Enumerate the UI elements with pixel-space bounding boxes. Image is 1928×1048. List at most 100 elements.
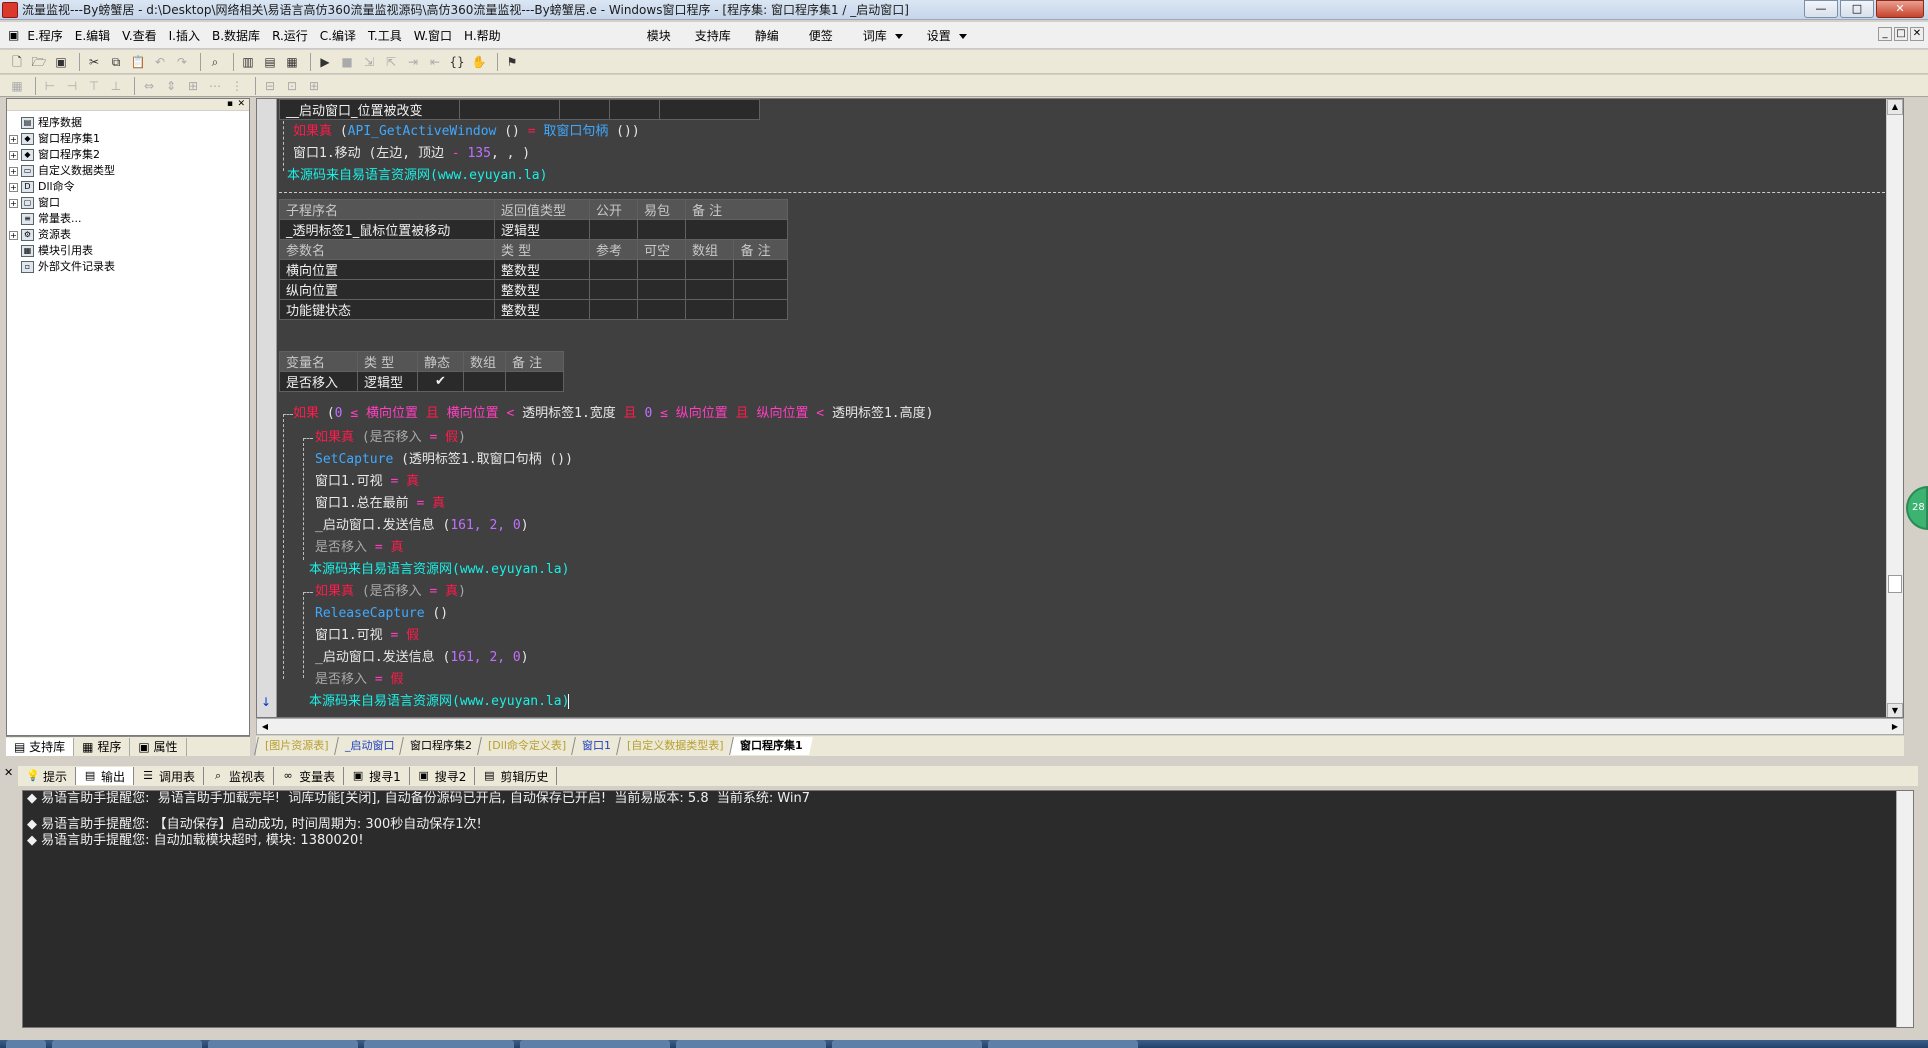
tab-start-window[interactable]: _启动窗口 <box>333 737 405 755</box>
menu-support-lib[interactable]: 支持库 <box>689 27 737 44</box>
menu-tools[interactable]: T.工具 <box>362 27 408 44</box>
table-cell[interactable]: 纵向位置 <box>279 279 495 300</box>
menu-static-compile[interactable]: 静编 <box>749 27 785 44</box>
taskbar-item[interactable] <box>676 1040 826 1048</box>
layout-top-icon[interactable]: ▤ <box>261 53 279 71</box>
menu-program[interactable]: E.程序 <box>21 27 68 44</box>
space-horizontal-icon[interactable]: ⋯ <box>206 77 224 95</box>
breakpoint-icon[interactable]: {} <box>448 53 466 71</box>
table-cell[interactable] <box>685 219 788 240</box>
tab-properties[interactable]: ▣ 属性 <box>130 737 187 756</box>
table-cell[interactable] <box>589 259 638 280</box>
layout-bottom-icon[interactable]: ▦ <box>283 53 301 71</box>
copy-icon[interactable]: ⧉ <box>107 53 125 71</box>
helper-icon[interactable]: ⚑ <box>503 53 521 71</box>
tab-program[interactable]: ▦ 程序 <box>74 737 131 756</box>
save-icon[interactable]: ▣ <box>52 53 70 71</box>
scroll-left-icon[interactable]: ◀ <box>257 719 273 734</box>
table-row[interactable]: 是否移入 逻辑型 ✔ <box>279 371 564 392</box>
tree-item-module-refs[interactable]: ▦ 模块引用表 <box>9 243 247 259</box>
paste-icon[interactable]: 📋 <box>129 53 147 71</box>
expand-icon[interactable]: + <box>9 166 18 176</box>
vertical-scrollbar[interactable]: ▲ ▼ <box>1886 99 1903 717</box>
menu-view[interactable]: V.查看 <box>116 27 162 44</box>
align-bottom-icon[interactable]: ⊥ <box>107 77 125 95</box>
run-icon[interactable]: ▶ <box>316 53 334 71</box>
center-horizontal-icon[interactable]: ⊟ <box>261 77 279 95</box>
tab-window1[interactable]: 窗口1 <box>571 737 622 755</box>
center-vertical-icon[interactable]: ⊡ <box>283 77 301 95</box>
cut-icon[interactable]: ✂ <box>85 53 103 71</box>
table-cell[interactable] <box>733 259 788 280</box>
tab-custom-types[interactable]: [自定义数据类型表] <box>616 737 734 755</box>
menu-module[interactable]: 模块 <box>641 27 677 44</box>
stop-icon[interactable]: ■ <box>338 53 356 71</box>
code-line-if[interactable]: 如果 (0 ≤ 横向位置 且 横向位置 < 透明标签1.宽度 且 0 ≤ 纵向位… <box>293 404 933 424</box>
layout-left-icon[interactable]: ▥ <box>239 53 257 71</box>
tab-search2[interactable]: ▣ 搜寻2 <box>410 767 476 785</box>
table-cell[interactable]: 是否移入 <box>279 371 358 392</box>
mdi-close-button[interactable]: ✕ <box>1910 27 1924 41</box>
table-cell[interactable] <box>589 219 638 240</box>
taskbar-item[interactable] <box>988 1040 1138 1048</box>
code-line[interactable]: 窗口1.移动 (左边, 顶边 - 135, , ) <box>293 144 530 164</box>
code-line[interactable]: 如果真 (API_GetActiveWindow () = 取窗口句柄 ()) <box>293 122 640 142</box>
code-line[interactable]: 窗口1.总在最前 = 真 <box>315 494 445 514</box>
taskbar-item[interactable] <box>364 1040 514 1048</box>
side-badge[interactable]: 28 <box>1906 486 1928 530</box>
taskbar-item[interactable] <box>520 1040 670 1048</box>
table-cell[interactable] <box>733 299 788 320</box>
run-to-cursor-icon[interactable]: ⇤ <box>426 53 444 71</box>
space-vertical-icon[interactable]: ⋮ <box>228 77 246 95</box>
check-icon[interactable]: ✔ <box>417 371 464 392</box>
comment-line[interactable]: 本源码来自易语言资源网(www.eyuyan.la) <box>287 166 547 186</box>
expand-icon[interactable]: + <box>9 150 18 160</box>
event-name[interactable]: __启动窗口_位置被改变 <box>279 99 460 120</box>
table-cell[interactable]: 逻辑型 <box>494 219 590 240</box>
table-cell[interactable]: 横向位置 <box>279 259 495 280</box>
menu-database[interactable]: B.数据库 <box>206 27 266 44</box>
same-height-icon[interactable]: ⇕ <box>162 77 180 95</box>
grid-toggle-icon[interactable]: ⊞ <box>305 77 323 95</box>
scroll-up-icon[interactable]: ▲ <box>1887 99 1903 115</box>
same-size-icon[interactable]: ⊞ <box>184 77 202 95</box>
menu-help[interactable]: H.帮助 <box>458 27 507 44</box>
tree-item-resources[interactable]: + ⚙ 资源表 <box>9 227 247 243</box>
code-line[interactable]: _启动窗口.发送信息 (161, 2, 0) <box>315 516 529 536</box>
table-cell[interactable] <box>684 259 735 280</box>
table-cell[interactable]: 整数型 <box>494 259 590 280</box>
menu-insert[interactable]: I.插入 <box>163 27 206 44</box>
align-center-icon[interactable]: ⊣ <box>63 77 81 95</box>
hand-icon[interactable]: ✋ <box>470 53 488 71</box>
output-scrollbar[interactable] <box>1896 791 1913 1027</box>
tab-support-lib[interactable]: ▤ 支持库 <box>6 737 75 756</box>
tab-dll-defs[interactable]: [Dll命令定义表] <box>477 737 577 755</box>
menu-run[interactable]: R.运行 <box>266 27 314 44</box>
expand-icon[interactable]: + <box>9 198 18 208</box>
tab-assembly1[interactable]: 窗口程序集1 <box>728 737 813 755</box>
code-line[interactable]: 如果真 (是否移入 = 假) <box>315 428 466 448</box>
align-grid-icon[interactable]: ▦ <box>8 77 26 95</box>
code-editor[interactable]: ↓ __启动窗口_位置被改变 如果真 (API_GetActiveWindow … <box>256 98 1904 718</box>
menu-edit[interactable]: E.编辑 <box>69 27 116 44</box>
table-row[interactable]: 功能键状态 整数型 <box>279 299 788 320</box>
mdi-minimize-button[interactable]: _ <box>1878 27 1892 41</box>
tree-item-custom-types[interactable]: + ▭ 自定义数据类型 <box>9 163 247 179</box>
output-panel[interactable]: ◆ 易语言助手提醒您: 易语言助手加载完毕! 词库功能[关闭], 自动备份源码已… <box>22 790 1914 1028</box>
scroll-thumb[interactable] <box>1888 575 1902 593</box>
tree-item-assembly1[interactable]: + ◆ 窗口程序集1 <box>9 131 247 147</box>
table-cell[interactable] <box>637 279 686 300</box>
menu-thesaurus[interactable]: 词库 <box>857 27 909 44</box>
output-close-icon[interactable]: ✕ <box>4 766 13 779</box>
expand-icon[interactable]: + <box>9 134 18 144</box>
step-over-icon[interactable]: ⇱ <box>382 53 400 71</box>
menu-notes[interactable]: 便签 <box>803 27 839 44</box>
table-cell[interactable] <box>505 371 564 392</box>
code-area[interactable]: __启动窗口_位置被改变 如果真 (API_GetActiveWindow ()… <box>279 99 1885 717</box>
tab-search1[interactable]: ▣ 搜寻1 <box>344 767 410 785</box>
table-cell[interactable] <box>684 299 735 320</box>
code-line[interactable]: 如果真 (是否移入 = 真) <box>315 582 466 602</box>
code-line[interactable]: 窗口1.可视 = 假 <box>315 626 419 646</box>
align-top-icon[interactable]: ⊤ <box>85 77 103 95</box>
comment-line[interactable]: 本源码来自易语言资源网(www.eyuyan.la) <box>309 560 569 580</box>
